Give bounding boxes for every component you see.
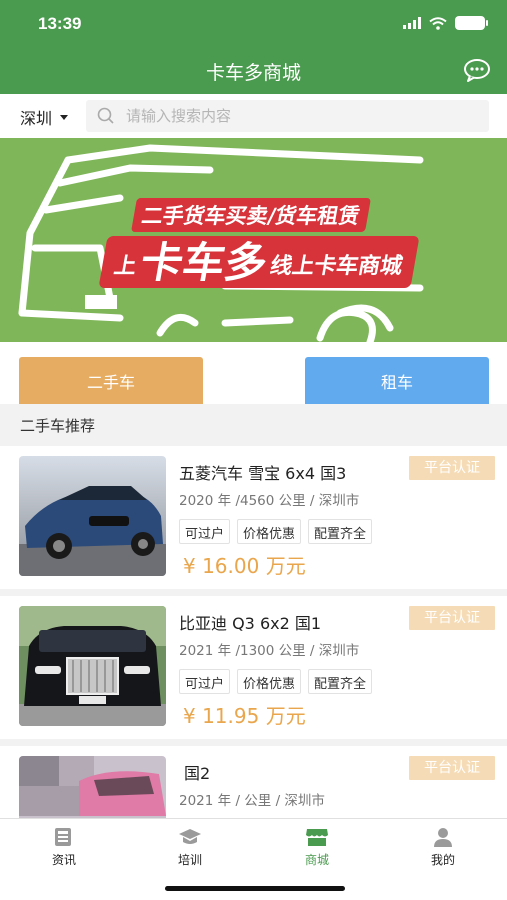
car-price: ¥ 16.00 万元 xyxy=(183,554,306,578)
car-title: 五菱汽车 雪宝 6x4 国3 xyxy=(179,464,347,483)
city-selector[interactable]: 深圳 xyxy=(20,105,69,129)
banner-brand: 卡车多 xyxy=(136,238,272,287)
store-icon xyxy=(306,829,328,846)
car-meta: 2020 年 /4560 公里 / 深圳市 xyxy=(179,493,360,509)
graduation-cap-icon xyxy=(179,829,201,844)
tab-profile[interactable]: 我的 xyxy=(403,827,483,868)
tab-label: 商城 xyxy=(304,853,329,867)
status-icons xyxy=(403,16,488,30)
certified-badge: 平台认证 xyxy=(409,756,495,780)
tab-label: 我的 xyxy=(430,853,455,867)
battery-icon xyxy=(455,16,488,30)
city-label: 深圳 xyxy=(20,109,53,128)
rent-truck-button[interactable]: 租车 xyxy=(305,357,489,404)
tab-label: 资讯 xyxy=(51,853,76,867)
tag: 可过户 xyxy=(179,519,231,544)
tab-label: 培训 xyxy=(177,853,202,867)
tab-training[interactable]: 培训 xyxy=(150,827,230,868)
car-meta: 2021 年 / 公里 / 深圳市 xyxy=(179,793,325,809)
car-title: 国2 xyxy=(184,764,211,783)
used-truck-button[interactable]: 二手车 xyxy=(19,357,203,404)
search-row: 深圳 xyxy=(0,94,507,138)
tag: 价格优惠 xyxy=(237,519,302,544)
search-icon xyxy=(97,107,114,124)
tag: 配置齐全 xyxy=(308,669,373,694)
banner-suffix: 线上卡车商城 xyxy=(268,254,405,279)
listing-card[interactable]: 五菱汽车 雪宝 6x4 国3 平台认证 2020 年 /4560 公里 / 深圳… xyxy=(0,446,507,589)
car-meta: 2021 年 /1300 公里 / 深圳市 xyxy=(179,643,360,659)
user-icon xyxy=(434,828,452,847)
category-row: 二手车 租车 xyxy=(0,342,507,404)
car-title: 比亚迪 Q3 6x2 国1 xyxy=(179,614,322,633)
certified-badge: 平台认证 xyxy=(409,456,495,480)
chat-bubble-icon[interactable] xyxy=(463,58,491,82)
section-title: 二手车推荐 xyxy=(0,404,507,444)
tab-store[interactable]: 商城 xyxy=(277,827,357,868)
car-photo xyxy=(19,756,166,818)
top-bar: 13:39 卡车多商城 xyxy=(0,0,507,94)
certified-badge: 平台认证 xyxy=(409,606,495,630)
banner-slogan: 上 卡车多 线上卡车商城 xyxy=(98,236,420,288)
search-input[interactable] xyxy=(126,107,466,125)
car-photo xyxy=(19,456,166,576)
tag: 配置齐全 xyxy=(308,519,373,544)
tab-news[interactable]: 资讯 xyxy=(24,827,104,868)
tag-list: 可过户 价格优惠 配置齐全 xyxy=(179,669,373,694)
home-indicator xyxy=(165,886,345,891)
news-icon xyxy=(55,828,71,846)
listing-card[interactable]: 比亚迪 Q3 6x2 国1 平台认证 2021 年 /1300 公里 / 深圳市… xyxy=(0,596,507,739)
promo-banner[interactable]: 二手货车买卖/货车租赁 上 卡车多 线上卡车商城 xyxy=(0,138,507,342)
page-title: 卡车多商城 xyxy=(205,62,301,84)
car-photo xyxy=(19,606,166,726)
car-price: ¥ 11.95 万元 xyxy=(183,704,306,728)
banner-prefix: 上 xyxy=(112,254,139,279)
signal-icon xyxy=(403,17,421,29)
tag-list: 可过户 价格优惠 配置齐全 xyxy=(179,519,373,544)
tag: 可过户 xyxy=(179,669,231,694)
search-box[interactable] xyxy=(86,100,489,132)
caret-down-icon xyxy=(60,114,69,120)
tag: 价格优惠 xyxy=(237,669,302,694)
wifi-icon xyxy=(429,16,447,30)
banner-headline: 二手货车买卖/货车租赁 xyxy=(131,198,371,232)
status-time: 13:39 xyxy=(38,14,82,33)
listing-card[interactable]: 国2 平台认证 2021 年 / 公里 / 深圳市 xyxy=(0,746,507,818)
